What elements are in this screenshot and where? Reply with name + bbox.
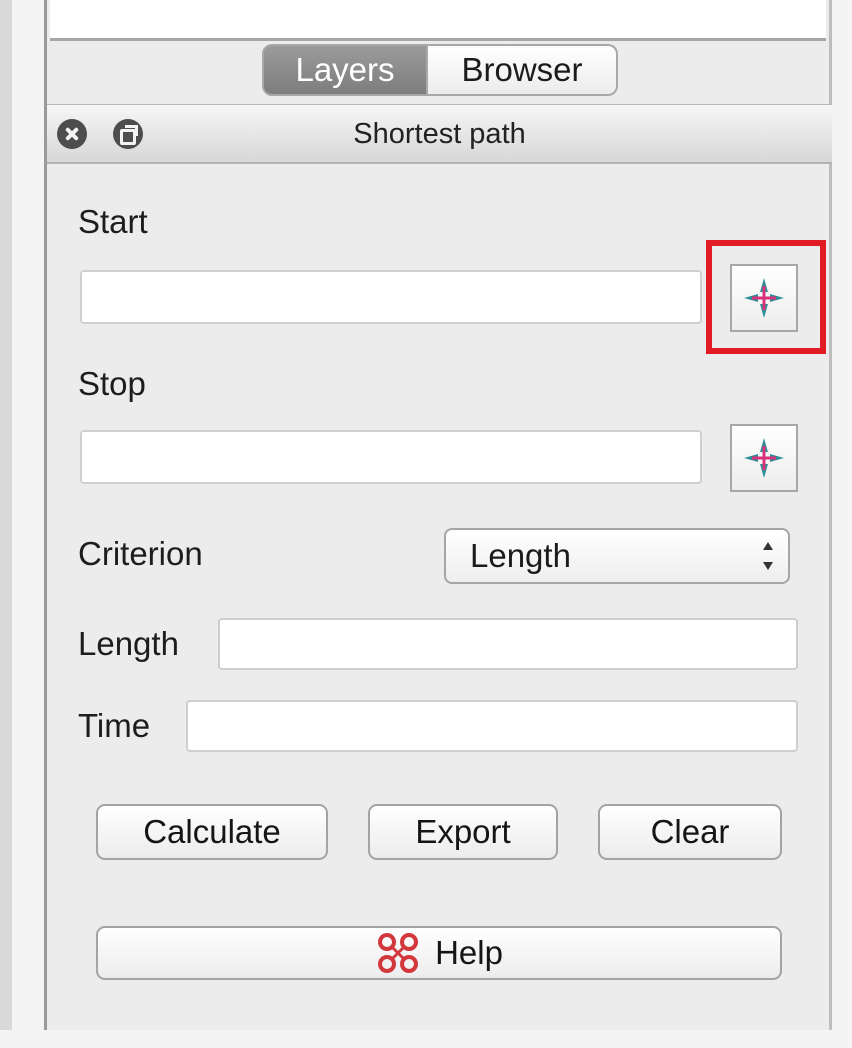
criterion-label: Criterion — [78, 535, 203, 572]
calculate-button[interactable]: Calculate — [96, 804, 328, 860]
help-icon — [378, 933, 419, 973]
start-input[interactable] — [80, 270, 702, 324]
criterion-selected-value: Length — [470, 537, 571, 574]
clear-button[interactable]: Clear — [598, 804, 782, 860]
crosshair-icon — [744, 438, 784, 478]
tab-layers[interactable]: Layers — [262, 44, 428, 96]
time-label: Time — [78, 707, 151, 744]
length-field[interactable] — [218, 618, 798, 670]
picker-highlight-box — [706, 240, 826, 354]
help-label: Help — [435, 934, 503, 971]
start-label: Start — [78, 203, 148, 240]
top-content-area — [50, 0, 826, 41]
select-updown-icon — [760, 540, 776, 572]
dock-header: Shortest path — [47, 104, 832, 164]
stop-input[interactable] — [80, 430, 702, 484]
panel-tabs: Layers Browser — [262, 44, 618, 96]
stop-label: Stop — [78, 365, 146, 402]
time-field[interactable] — [186, 700, 798, 752]
left-window-edge — [0, 0, 12, 1030]
tab-browser[interactable]: Browser — [428, 44, 618, 96]
help-button[interactable]: Help — [96, 926, 782, 980]
criterion-select[interactable]: Length — [444, 528, 790, 584]
export-button[interactable]: Export — [368, 804, 558, 860]
length-label: Length — [78, 625, 179, 662]
stop-point-picker-button[interactable] — [730, 424, 798, 492]
dock-title: Shortest path — [353, 118, 526, 150]
